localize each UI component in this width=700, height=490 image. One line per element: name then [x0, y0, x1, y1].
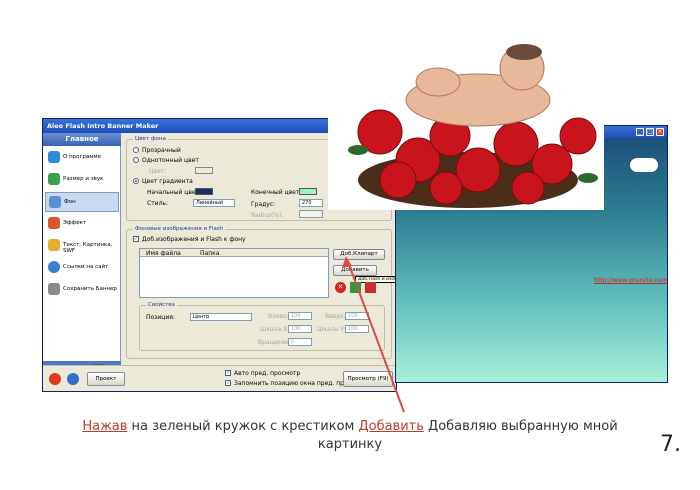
annotation-arrow — [342, 256, 405, 413]
caption-line-2: картинку — [317, 437, 383, 452]
caption-text: Добавляю выбранную мной — [423, 419, 618, 434]
caption-keyword-add: Добавить — [358, 419, 424, 434]
slide-number: 7. — [660, 432, 681, 457]
caption-text: на зеленый кружок с крестиком — [127, 419, 359, 434]
caption-keyword-press: Нажав — [82, 419, 128, 434]
caption-line-1: Нажав на зеленый кружок с крестиком Доба… — [0, 418, 700, 436]
caption: Нажав на зеленый кружок с крестиком Доба… — [0, 418, 700, 454]
